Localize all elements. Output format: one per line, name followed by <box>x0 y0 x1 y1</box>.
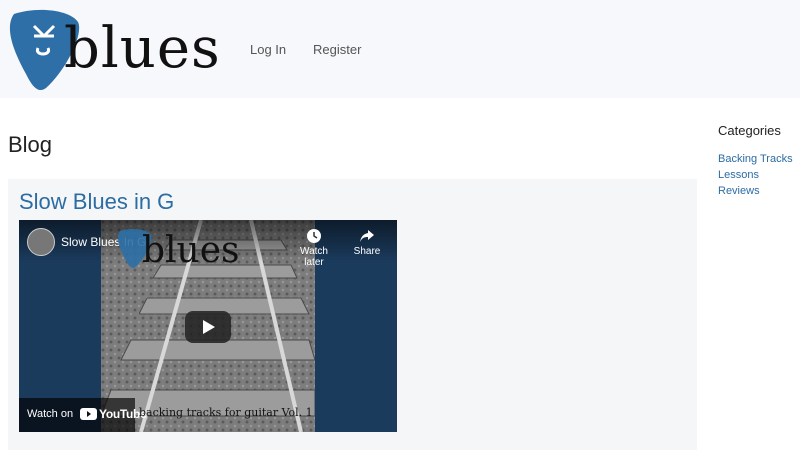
clock-icon <box>307 229 321 243</box>
site-header: blues Log In Register <box>0 0 800 98</box>
category-link-reviews[interactable]: Reviews <box>718 185 760 197</box>
play-button[interactable] <box>185 311 231 343</box>
blog-post-card: Slow Blues in G Slow Blues In G blues Wa… <box>8 179 697 450</box>
page-title: Blog <box>8 132 53 157</box>
watch-on-label: Watch on <box>27 408 74 420</box>
watch-later-label: Watch later <box>300 246 328 268</box>
share-arrow-icon <box>360 230 374 242</box>
site-logo[interactable]: blues <box>8 8 228 90</box>
categories-heading: Categories <box>718 123 781 138</box>
youtube-logo-icon <box>80 408 97 420</box>
logo-wordmark: blues <box>64 16 221 81</box>
post-title-link[interactable]: Slow Blues in G <box>19 189 174 215</box>
channel-avatar[interactable] <box>27 228 55 256</box>
youtube-video-embed[interactable]: Slow Blues In G blues Watch later Share … <box>19 220 397 432</box>
share-button[interactable]: Share <box>347 228 387 257</box>
watch-on-youtube-button[interactable]: Watch on YouTube <box>19 398 147 432</box>
video-caption: backing tracks for guitar Vol. 1 <box>139 406 313 419</box>
category-link-backing-tracks[interactable]: Backing Tracks <box>718 153 793 165</box>
share-label: Share <box>353 246 381 257</box>
register-link[interactable]: Register <box>313 42 361 57</box>
category-link-lessons[interactable]: Lessons <box>718 169 759 181</box>
video-overlay-wordmark: blues <box>142 230 240 271</box>
watch-later-button[interactable]: Watch later <box>289 228 339 268</box>
login-link[interactable]: Log In <box>250 42 286 57</box>
